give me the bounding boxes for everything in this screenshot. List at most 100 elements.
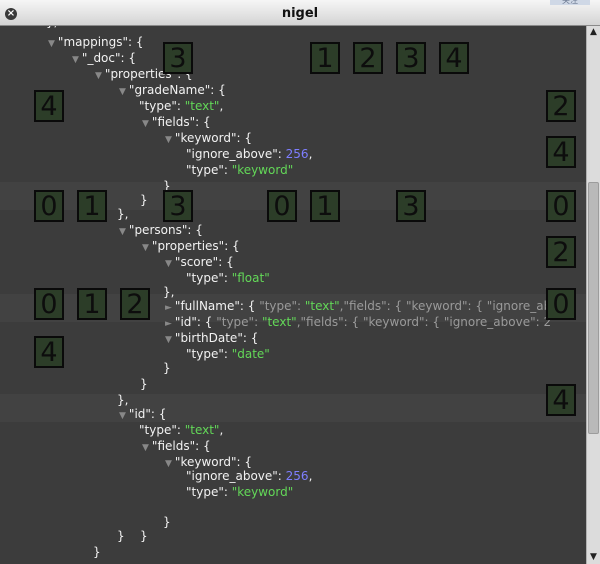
digit-tile: 0 — [546, 288, 576, 320]
vertical-scrollbar[interactable]: ▲ ▼ — [586, 26, 600, 564]
collapse-triangle-icon[interactable]: ▼ — [165, 335, 172, 345]
json-punct: , — [308, 147, 313, 161]
json-line: } — [163, 360, 171, 376]
json-line: } — [117, 528, 125, 544]
expand-triangle-icon[interactable]: ► — [165, 303, 172, 313]
collapse-triangle-icon[interactable]: ▼ — [119, 87, 126, 97]
json-number-value: 256 — [285, 147, 309, 161]
json-string-value: "text" — [304, 299, 340, 313]
collapse-triangle-icon[interactable]: ▼ — [72, 55, 79, 65]
json-key: "type" — [186, 485, 224, 499]
json-line[interactable]: ▼ "_doc": { — [72, 50, 136, 66]
json-text: }, — [163, 285, 175, 299]
json-line[interactable]: ► "id": { "type": "text","fields": { "key… — [165, 314, 551, 330]
digit-tile: 3 — [163, 190, 193, 222]
digit-tile: 1 — [310, 42, 340, 74]
json-text: }, — [117, 393, 129, 407]
json-text: } — [140, 529, 148, 543]
json-line[interactable]: ▼ "score": { — [165, 254, 234, 270]
json-line: } — [93, 544, 101, 560]
json-string-value: "text" — [184, 423, 220, 437]
json-punct: : — [223, 163, 232, 177]
digit-tile: 4 — [34, 90, 64, 122]
json-key: "type" — [139, 99, 177, 113]
digit-tile: 1 — [77, 190, 107, 222]
window-title: nigel — [281, 6, 319, 21]
json-punct: : { — [242, 331, 259, 345]
json-line[interactable]: ▼ "properties": { — [142, 238, 240, 254]
collapse-triangle-icon[interactable]: ▼ — [165, 135, 172, 145]
json-string-value: "text" — [261, 315, 297, 329]
digit-tile: 4 — [439, 42, 469, 74]
digit-tile: 2 — [353, 42, 383, 74]
json-string-value: "keyword" — [231, 163, 294, 177]
window-titlebar: × nigel 关注 — [0, 0, 600, 26]
json-punct: : { — [195, 115, 211, 129]
json-viewer[interactable]: }, ▼"mappings": { ▼"_doc": { ▼"propertie… — [0, 26, 586, 564]
digit-tile: 3 — [396, 42, 426, 74]
json-line: "type": "keyword" — [186, 484, 293, 500]
collapse-triangle-icon[interactable]: ▼ — [165, 259, 172, 269]
json-line[interactable]: ▼ "gradeName": { — [119, 82, 226, 98]
json-punct: : — [254, 315, 262, 329]
json-key: "gradeName" — [128, 83, 211, 97]
json-key: "fields" — [151, 115, 196, 129]
digit-tile: 0 — [267, 190, 297, 222]
digit-tile: 2 — [120, 288, 150, 320]
json-key: "id" — [128, 407, 151, 421]
json-key: "fields" — [151, 439, 196, 453]
json-punct: : { — [224, 239, 240, 253]
json-line[interactable]: ▼ "mappings": { — [48, 34, 144, 50]
json-line: "type": "text", — [139, 98, 223, 114]
json-text: } — [163, 361, 171, 375]
json-punct: : — [223, 485, 232, 499]
scroll-down-arrow-icon[interactable]: ▼ — [587, 551, 600, 564]
scrollbar-thumb[interactable] — [588, 182, 599, 434]
json-line[interactable]: ▼ "persons": { — [119, 222, 203, 238]
json-line[interactable]: ▼ "id": { — [119, 406, 166, 422]
collapse-triangle-icon[interactable]: ▼ — [165, 459, 172, 469]
json-punct: : { — [196, 315, 217, 329]
digit-tile: 1 — [77, 288, 107, 320]
json-key: "type" — [186, 271, 224, 285]
collapse-triangle-icon[interactable]: ▼ — [142, 243, 149, 253]
collapse-triangle-icon[interactable]: ▼ — [142, 119, 149, 129]
json-punct: : { — [236, 131, 252, 145]
json-line[interactable]: ▼ "fields": { — [142, 114, 211, 130]
json-punct: , — [308, 469, 313, 483]
json-text: } — [163, 515, 171, 529]
collapse-triangle-icon[interactable]: ▼ — [142, 443, 149, 453]
digit-tile: 4 — [546, 136, 576, 168]
digit-tile: 1 — [310, 190, 340, 222]
scroll-up-arrow-icon[interactable]: ▲ — [587, 26, 600, 39]
expand-triangle-icon[interactable]: ► — [165, 319, 172, 329]
json-line[interactable]: ▼ "fields": { — [142, 438, 211, 454]
json-key: "mappings" — [57, 35, 129, 49]
json-line: "type": "date" — [186, 346, 270, 362]
json-line[interactable]: ▼ "birthDate": { — [165, 330, 258, 346]
json-punct: : — [176, 99, 185, 113]
json-text: }, — [117, 207, 129, 221]
collapse-triangle-icon[interactable]: ▼ — [95, 71, 102, 81]
json-line: } — [140, 192, 148, 208]
json-key: "type" — [139, 423, 177, 437]
json-key: "ignore_above" — [186, 469, 278, 483]
corner-tag: 关注 — [550, 0, 590, 5]
json-punct: : { — [128, 35, 144, 49]
json-line: } — [140, 528, 148, 544]
digit-tile: 4 — [34, 336, 64, 368]
json-line[interactable]: ► "fullName": { "type": "text","fields": … — [165, 298, 551, 314]
json-text: } — [140, 193, 148, 207]
collapse-triangle-icon[interactable]: ▼ — [119, 227, 126, 237]
digit-tile: 2 — [546, 236, 576, 268]
collapse-triangle-icon[interactable]: ▼ — [48, 39, 55, 49]
json-line: "ignore_above": 256, — [186, 468, 312, 484]
json-string-value: "keyword" — [231, 485, 294, 499]
collapse-triangle-icon[interactable]: ▼ — [119, 411, 126, 421]
json-line[interactable]: ▼ "keyword": { — [165, 130, 252, 146]
ghost-band — [0, 394, 586, 422]
json-text: } — [117, 529, 125, 543]
json-punct: : { — [120, 51, 137, 65]
digit-tile: 0 — [546, 190, 576, 222]
json-punct: : — [223, 347, 232, 361]
